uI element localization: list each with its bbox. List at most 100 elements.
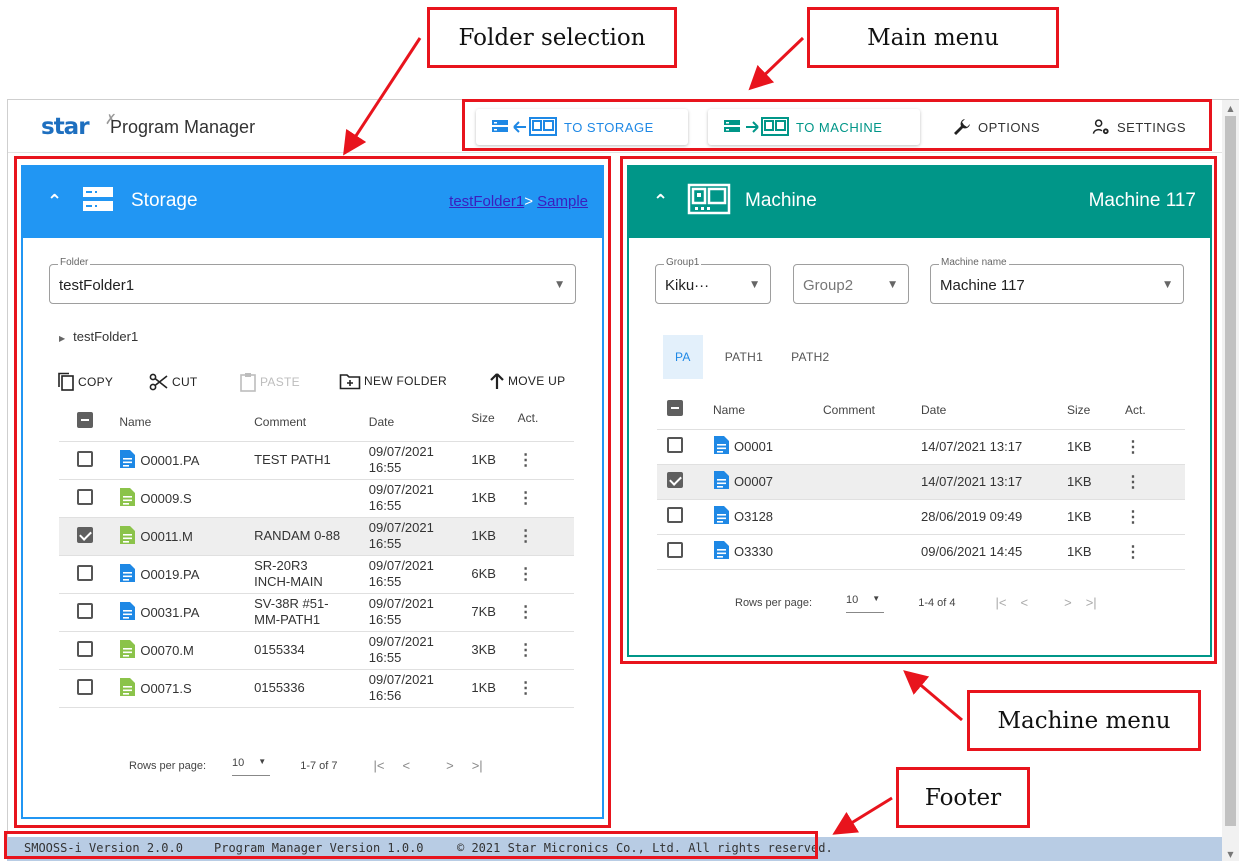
table-row[interactable]: O0031.PA SV-38R #51- MM-PATH1 09/07/2021 16:… [59, 593, 574, 632]
copy-button[interactable]: COPY [57, 372, 113, 392]
more-vert-icon[interactable]: ⋮ [1125, 474, 1141, 491]
file-size: 1KB [471, 669, 518, 708]
group1-select[interactable]: Group1 Kiku··· ▼ [655, 257, 771, 304]
tab-path2[interactable]: PATH2 [779, 335, 841, 379]
table-row[interactable]: O0007 14/07/2021 13:17 1KB ⋮ [657, 464, 1185, 500]
col-name[interactable]: Name [119, 403, 255, 442]
file-name[interactable]: O0070.M [119, 639, 254, 662]
new-folder-icon [339, 374, 361, 390]
row-checkbox[interactable] [667, 437, 683, 453]
more-vert-icon[interactable]: ⋮ [518, 642, 534, 659]
green-file-icon [119, 487, 136, 510]
first-page-icon[interactable]: |< [996, 595, 1007, 610]
col-size[interactable]: Size [1067, 391, 1125, 430]
more-vert-icon[interactable]: ⋮ [518, 566, 534, 583]
folder-select[interactable]: Folder testFolder1 ▼ [49, 257, 576, 304]
select-all-checkbox[interactable] [77, 412, 93, 429]
settings-button[interactable]: SETTINGS [1078, 109, 1200, 145]
col-comment[interactable]: Comment [254, 403, 369, 442]
next-page-icon[interactable]: > [446, 758, 454, 773]
file-name[interactable]: O0001.PA [119, 449, 254, 472]
row-checkbox[interactable] [77, 450, 93, 467]
first-page-icon[interactable]: |< [374, 758, 385, 773]
row-checkbox[interactable] [667, 472, 683, 488]
file-name[interactable]: O0031.PA [119, 601, 254, 624]
table-row[interactable]: O0001 14/07/2021 13:17 1KB ⋮ [657, 429, 1185, 465]
row-checkbox[interactable] [77, 526, 93, 543]
next-page-icon[interactable]: > [1064, 595, 1072, 610]
collapse-chevron-icon[interactable]: ⌃ [653, 191, 668, 212]
move-up-button[interactable]: MOVE UP [489, 372, 565, 390]
row-checkbox[interactable] [77, 640, 93, 657]
file-name[interactable]: O0009.S [119, 487, 254, 510]
last-page-icon[interactable]: >| [1086, 595, 1097, 610]
col-size[interactable]: Size [471, 403, 518, 442]
folder-tree-item[interactable]: ▶ testFolder1 [59, 329, 138, 344]
file-comment: 0155336 [254, 680, 305, 695]
more-vert-icon[interactable]: ⋮ [1125, 439, 1141, 456]
rows-per-page-value: 10 [232, 757, 245, 769]
tab-pa[interactable]: PA [663, 335, 703, 379]
row-checkbox[interactable] [77, 678, 93, 695]
file-name[interactable]: O3330 [713, 540, 823, 563]
select-all-checkbox[interactable] [667, 400, 683, 417]
table-row[interactable]: O0070.M 0155334 09/07/2021 16:55 3KB ⋮ [59, 631, 574, 670]
table-row[interactable]: O0011.M RANDAM 0-88 09/07/2021 16:55 1KB ⋮ [59, 517, 574, 556]
paste-button[interactable]: PASTE [239, 372, 300, 392]
cut-button[interactable]: CUT [149, 372, 198, 392]
scroll-up-icon[interactable]: ▲ [1222, 100, 1239, 116]
vertical-scrollbar[interactable]: ▲ ▼ [1222, 100, 1239, 861]
to-storage-button[interactable]: TO STORAGE [476, 109, 688, 145]
row-checkbox[interactable] [77, 488, 93, 505]
group2-select[interactable]: Group2 ▼ [793, 264, 909, 304]
col-date[interactable]: Date [368, 403, 472, 442]
file-name[interactable]: O0071.S [119, 677, 254, 700]
row-checkbox[interactable] [667, 542, 683, 558]
col-comment[interactable]: Comment [823, 391, 921, 430]
rows-per-page-select[interactable]: 10 ▼ [846, 592, 885, 613]
more-vert-icon[interactable]: ⋮ [518, 680, 534, 697]
options-button[interactable]: OPTIONS [938, 109, 1056, 145]
col-name[interactable]: Name [713, 391, 823, 430]
last-page-icon[interactable]: >| [472, 758, 483, 773]
more-vert-icon[interactable]: ⋮ [518, 528, 534, 545]
prev-page-icon[interactable]: < [403, 758, 411, 773]
more-vert-icon[interactable]: ⋮ [1125, 509, 1141, 526]
row-checkbox[interactable] [667, 507, 683, 523]
collapse-chevron-icon[interactable]: ⌃ [47, 191, 62, 212]
file-name[interactable]: O0011.M [119, 525, 254, 548]
to-machine-button[interactable]: TO MACHINE [708, 109, 920, 145]
new-folder-button[interactable]: NEW FOLDER [339, 372, 447, 390]
machine-name-select[interactable]: Machine name Machine 117 ▼ [930, 257, 1184, 304]
file-size: 1KB [1067, 429, 1125, 465]
table-row[interactable]: O3128 28/06/2019 09:49 1KB ⋮ [657, 499, 1185, 535]
file-size: 1KB [471, 441, 518, 480]
file-name[interactable]: O0019.PA [119, 563, 254, 586]
breadcrumb-folder-link[interactable]: testFolder1 [449, 193, 524, 210]
more-vert-icon[interactable]: ⋮ [518, 604, 534, 621]
tab-path1[interactable]: PATH1 [713, 335, 775, 379]
table-row[interactable]: O0071.S 0155336 09/07/2021 16:56 1KB ⋮ [59, 669, 574, 708]
more-vert-icon[interactable]: ⋮ [518, 490, 534, 507]
col-date[interactable]: Date [921, 391, 1067, 430]
table-row[interactable]: O3330 09/06/2021 14:45 1KB ⋮ [657, 534, 1185, 570]
scroll-down-icon[interactable]: ▼ [1222, 846, 1239, 861]
scroll-thumb[interactable] [1225, 116, 1236, 826]
rows-per-page-select[interactable]: 10 ▼ [232, 755, 271, 776]
file-name[interactable]: O3128 [713, 505, 823, 528]
file-name[interactable]: O0001 [713, 435, 823, 458]
row-checkbox[interactable] [77, 564, 93, 581]
more-vert-icon[interactable]: ⋮ [1125, 544, 1141, 561]
table-row[interactable]: O0009.S 09/07/2021 16:55 1KB ⋮ [59, 479, 574, 518]
expand-arrow-icon[interactable]: ▶ [59, 334, 65, 343]
table-row[interactable]: O0019.PA SR-20R3 INCH-MAIN 09/07/2021 16:55 6… [59, 555, 574, 594]
file-date: 14/07/2021 13:17 [921, 429, 1067, 465]
breadcrumb-sub-link[interactable]: Sample [537, 193, 588, 210]
machine-icon [687, 183, 731, 215]
prev-page-icon[interactable]: < [1021, 595, 1029, 610]
file-name[interactable]: O0007 [713, 470, 823, 493]
row-checkbox[interactable] [77, 602, 93, 619]
table-row[interactable]: O0001.PA TEST PATH1 09/07/2021 16:55 1KB ⋮ [59, 441, 574, 480]
more-vert-icon[interactable]: ⋮ [518, 452, 534, 469]
file-time: 16:55 [368, 612, 402, 627]
